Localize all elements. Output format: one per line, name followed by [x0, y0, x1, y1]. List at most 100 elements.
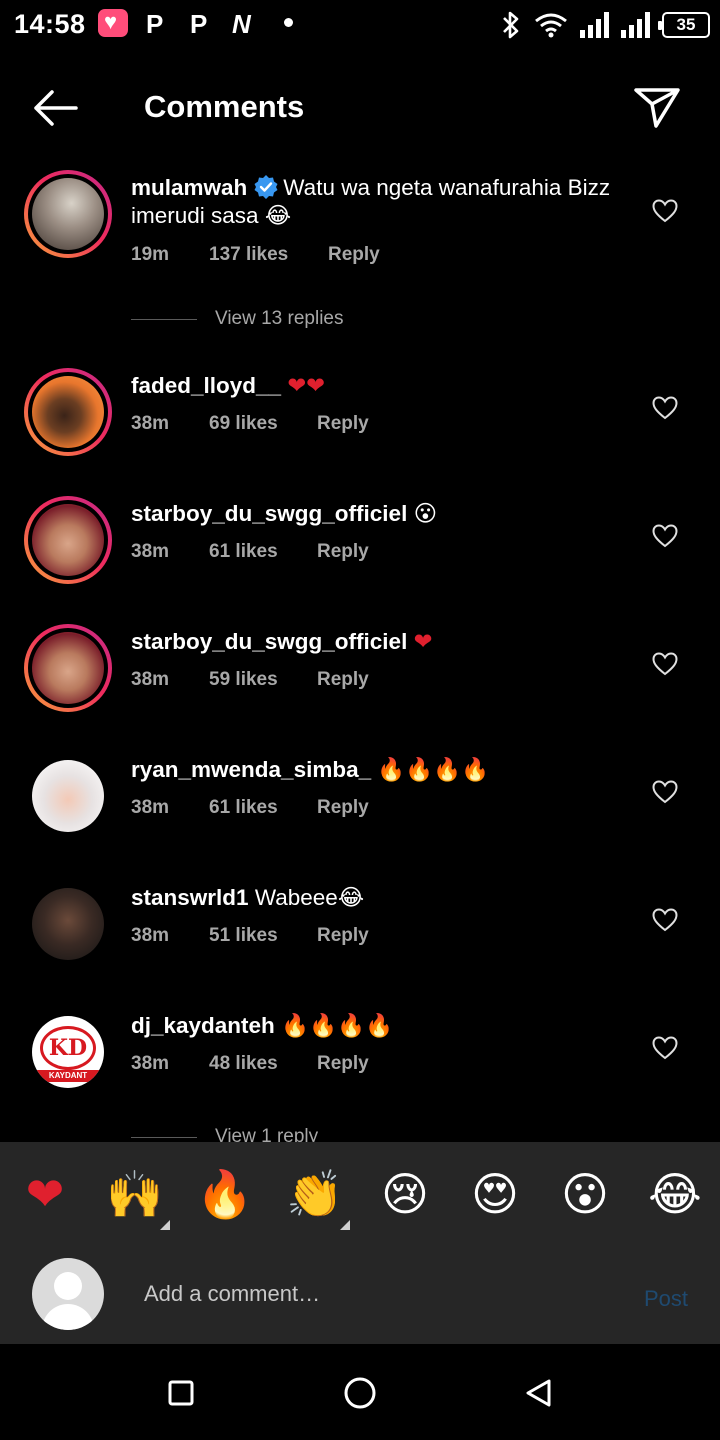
- comment-text: ryan_mwenda_simba_ 🔥🔥🔥🔥: [131, 756, 611, 784]
- heart-like-icon[interactable]: [652, 1035, 678, 1061]
- comment-body: 🔥🔥🔥🔥: [281, 1013, 394, 1038]
- skin-tone-indicator-icon: [160, 1220, 170, 1230]
- p-notification-icon: P: [190, 8, 208, 39]
- comment-input[interactable]: [144, 1276, 614, 1312]
- kd-logo: KD: [40, 1026, 96, 1070]
- p-notification-icon: P: [146, 8, 164, 39]
- comment-username[interactable]: mulamwah: [131, 175, 247, 200]
- back-arrow-icon[interactable]: [28, 86, 84, 130]
- heart-like-icon[interactable]: [652, 198, 678, 224]
- comment-composer: Post: [0, 1246, 720, 1344]
- back-triangle-icon[interactable]: [524, 1378, 554, 1408]
- battery-icon: 35: [658, 12, 710, 38]
- reply-button[interactable]: Reply: [328, 244, 380, 266]
- status-time: 14:58: [14, 9, 86, 39]
- comment-text: mulamwah Watu wa ngeta wanafurahia Bizz i…: [131, 174, 611, 230]
- comment-time: 38m: [131, 413, 170, 434]
- comment-meta: 38m 61 likes Reply: [131, 541, 369, 563]
- comment-text: dj_kaydanteh 🔥🔥🔥🔥: [131, 1012, 611, 1040]
- comment-meta: 38m 69 likes Reply: [131, 413, 369, 435]
- comment-username[interactable]: stanswrld1: [131, 885, 249, 910]
- comment-body: Wabeee😂: [254, 885, 365, 910]
- comment-likes[interactable]: 59 likes: [209, 669, 317, 691]
- n-notification-icon: N: [232, 8, 251, 39]
- kd-band: KAYDANT: [32, 1070, 104, 1082]
- comment-text: stanswrld1 Wabeee😂: [131, 884, 611, 912]
- reaction-fire[interactable]: 🔥: [195, 1164, 255, 1224]
- reaction-raised-hands[interactable]: 🙌: [105, 1164, 165, 1224]
- avatar[interactable]: [24, 368, 112, 456]
- reply-button[interactable]: Reply: [317, 925, 369, 947]
- quick-reactions-bar: ❤ 🙌 🔥 👏 😢 😍 😮 😂: [0, 1142, 720, 1246]
- post-button[interactable]: Post: [644, 1286, 688, 1312]
- reaction-heart[interactable]: ❤: [15, 1164, 75, 1224]
- reaction-heart-eyes[interactable]: 😍: [465, 1164, 525, 1224]
- comment-text: starboy_du_swgg_officiel 😮: [131, 500, 611, 528]
- comment-likes[interactable]: 137 likes: [209, 244, 328, 266]
- reaction-laughing[interactable]: 😂: [645, 1164, 705, 1224]
- heart-notification-icon: [98, 9, 128, 37]
- system-icons: 35: [500, 8, 710, 42]
- comment-meta: 38m 61 likes Reply: [131, 797, 369, 819]
- comment-time: 38m: [131, 669, 170, 690]
- comment-time: 38m: [131, 925, 170, 946]
- comment-username[interactable]: ryan_mwenda_simba_: [131, 757, 371, 782]
- header: Comments: [0, 72, 720, 142]
- comment-text: faded_lloyd__ ❤❤: [131, 372, 611, 400]
- my-avatar: [32, 1258, 104, 1330]
- reply-button[interactable]: Reply: [317, 797, 369, 819]
- system-nav-bar: [0, 1344, 720, 1440]
- avatar[interactable]: [32, 760, 104, 832]
- reply-button[interactable]: Reply: [317, 1053, 369, 1075]
- comment-username[interactable]: faded_lloyd__: [131, 373, 281, 398]
- reaction-crying[interactable]: 😢: [375, 1164, 435, 1224]
- comment-time: 38m: [131, 797, 170, 818]
- share-send-icon[interactable]: [632, 82, 682, 132]
- comment-likes[interactable]: 51 likes: [209, 925, 317, 947]
- comment-body: ❤❤: [287, 373, 326, 398]
- reaction-clap[interactable]: 👏: [285, 1164, 345, 1224]
- heart-like-icon[interactable]: [652, 779, 678, 805]
- comment-time: 38m: [131, 541, 170, 562]
- wifi-icon: [535, 13, 567, 38]
- heart-like-icon[interactable]: [652, 523, 678, 549]
- page-title: Comments: [144, 89, 305, 124]
- comment-likes[interactable]: 69 likes: [209, 413, 317, 435]
- comment-username[interactable]: starboy_du_swgg_officiel: [131, 629, 407, 654]
- avatar[interactable]: [32, 888, 104, 960]
- skin-tone-indicator-icon: [340, 1220, 350, 1230]
- heart-like-icon[interactable]: [652, 395, 678, 421]
- reaction-surprised[interactable]: 😮: [555, 1164, 615, 1224]
- reply-button[interactable]: Reply: [317, 669, 369, 691]
- view-replies-label[interactable]: View 13 replies: [215, 308, 344, 330]
- verified-badge-icon: [254, 175, 278, 199]
- signal-icon: [621, 12, 650, 38]
- avatar[interactable]: [24, 624, 112, 712]
- avatar[interactable]: [24, 170, 112, 258]
- comment-likes[interactable]: 61 likes: [209, 541, 317, 563]
- home-circle-icon[interactable]: [343, 1376, 377, 1410]
- divider: [131, 1136, 197, 1138]
- comment-body: 🔥🔥🔥🔥: [377, 757, 490, 782]
- comment-likes[interactable]: 61 likes: [209, 797, 317, 819]
- recents-square-icon[interactable]: [166, 1378, 196, 1408]
- status-bar: 14:58 P P N 35: [0, 0, 720, 52]
- comment-body: 😮: [413, 501, 438, 526]
- comment-text: starboy_du_swgg_officiel ❤: [131, 628, 611, 656]
- signal-icon: [580, 12, 609, 38]
- comment-username[interactable]: starboy_du_swgg_officiel: [131, 501, 407, 526]
- bluetooth-icon: [503, 11, 519, 39]
- comment-likes[interactable]: 48 likes: [209, 1053, 317, 1075]
- reply-button[interactable]: Reply: [317, 413, 369, 435]
- avatar[interactable]: KD KAYDANT: [32, 1016, 104, 1088]
- heart-like-icon[interactable]: [652, 651, 678, 677]
- view-replies-link[interactable]: View 13 replies: [131, 308, 344, 330]
- reply-button[interactable]: Reply: [317, 541, 369, 563]
- heart-like-icon[interactable]: [652, 907, 678, 933]
- comment-time: 19m: [131, 244, 170, 265]
- comment-username[interactable]: dj_kaydanteh: [131, 1013, 275, 1038]
- avatar[interactable]: [24, 496, 112, 584]
- comment-time: 38m: [131, 1053, 170, 1074]
- comment-meta: 38m 48 likes Reply: [131, 1053, 369, 1075]
- more-notifications-dot: [284, 18, 293, 27]
